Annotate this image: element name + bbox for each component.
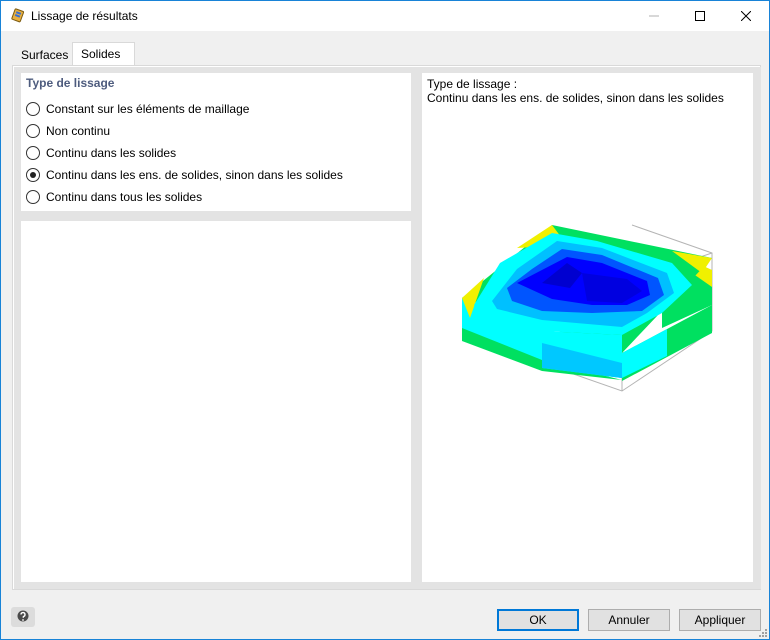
maximize-icon: [695, 11, 705, 21]
radio-button[interactable]: [26, 124, 40, 138]
window-title: Lissage de résultats: [31, 9, 138, 23]
tab-page-solides: Type de lissage Constant sur les élément…: [12, 65, 761, 590]
radio-option-continuous-all-solids[interactable]: Continu dans tous les solides: [26, 188, 202, 206]
radio-label: Continu dans les solides: [46, 146, 177, 160]
radio-option-continuous-solid-sets[interactable]: Continu dans les ens. de solides, sinon …: [26, 166, 343, 184]
dialog-window: Lissage de résultats Surfaces Solides Ty…: [0, 0, 770, 640]
radio-button[interactable]: [26, 190, 40, 204]
radio-option-non-continuous[interactable]: Non continu: [26, 122, 110, 140]
close-icon: [741, 11, 751, 21]
close-button[interactable]: [723, 1, 769, 31]
maximize-button[interactable]: [677, 1, 723, 31]
tab-surfaces[interactable]: Surfaces: [12, 44, 72, 65]
dialog-footer: OK Annuler Appliquer: [1, 595, 769, 639]
tab-solides[interactable]: Solides: [72, 42, 135, 65]
radio-label: Continu dans tous les solides: [46, 190, 203, 204]
title-bar[interactable]: Lissage de résultats: [1, 1, 769, 31]
radio-button[interactable]: [26, 146, 40, 160]
radio-button[interactable]: [26, 102, 40, 116]
cancel-button[interactable]: Annuler: [588, 609, 670, 631]
preview-panel: Type de lissage : Continu dans les ens. …: [422, 73, 753, 582]
options-empty-area: [21, 221, 411, 582]
minimize-icon: [649, 15, 659, 17]
radio-option-constant[interactable]: Constant sur les éléments de maillage: [26, 100, 249, 118]
apply-button[interactable]: Appliquer: [679, 609, 761, 631]
solid-contour-preview-image: [462, 224, 713, 392]
minimize-button[interactable]: [631, 1, 677, 31]
help-button[interactable]: [11, 607, 35, 627]
radio-button-selected[interactable]: [26, 168, 40, 182]
group-title: Type de lissage: [26, 76, 115, 90]
radio-label: Continu dans les ens. de solides, sinon …: [46, 168, 343, 182]
ok-button[interactable]: OK: [497, 609, 579, 631]
smoothing-app-icon: [11, 8, 25, 23]
radio-label: Non continu: [46, 124, 111, 138]
smoothing-type-group: Type de lissage Constant sur les élément…: [21, 73, 411, 211]
help-icon: [17, 610, 29, 622]
radio-option-continuous-solids[interactable]: Continu dans les solides: [26, 144, 176, 162]
resize-grip-icon[interactable]: [757, 627, 767, 637]
radio-label: Constant sur les éléments de maillage: [46, 102, 250, 116]
